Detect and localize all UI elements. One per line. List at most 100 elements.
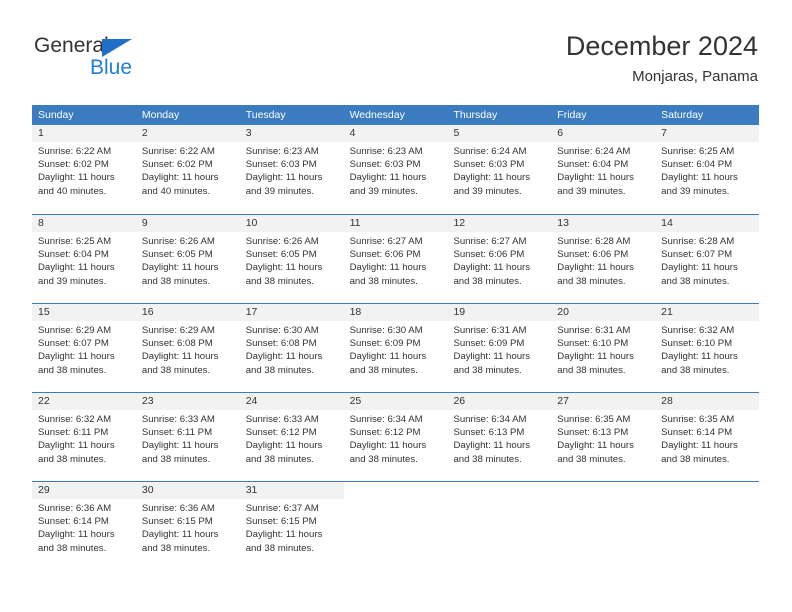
daylight-text-line1: Daylight: 11 hours — [141, 262, 219, 274]
daylight-text-line1: Daylight: 11 hours — [661, 440, 738, 452]
daylight-text-line2: and 38 minutes. — [141, 364, 211, 376]
sunset-text: Sunset: 6:04 PM — [661, 159, 733, 171]
daylight-text-line2: and 38 minutes. — [557, 364, 626, 376]
daylight-text-line1: Daylight: 11 hours — [557, 351, 634, 363]
day-details: Sunrise: 6:28 AM Sunset: 6:06 PM Dayligh… — [551, 232, 655, 288]
day-number — [343, 482, 448, 499]
sunrise-text: Sunrise: 6:28 AM — [557, 236, 631, 247]
day-number: 7 — [655, 125, 760, 142]
day-cell[interactable]: 14 Sunrise: 6:28 AM Sunset: 6:07 PM Dayl… — [655, 215, 760, 303]
day-cell[interactable]: 27 Sunrise: 6:35 AM Sunset: 6:13 PM Dayl… — [551, 393, 656, 481]
day-cell[interactable]: 11 Sunrise: 6:27 AM Sunset: 6:06 PM Dayl… — [343, 215, 448, 303]
day-cell[interactable]: 4 Sunrise: 6:23 AM Sunset: 6:03 PM Dayli… — [343, 125, 448, 214]
day-cell[interactable]: 1 Sunrise: 6:22 AM Sunset: 6:02 PM Dayli… — [32, 125, 136, 214]
day-cell[interactable]: 12 Sunrise: 6:27 AM Sunset: 6:06 PM Dayl… — [447, 215, 552, 303]
sunset-text: Sunset: 6:15 PM — [141, 516, 213, 528]
day-cell[interactable]: 22 Sunrise: 6:32 AM Sunset: 6:11 PM Dayl… — [32, 393, 136, 481]
sunrise-text: Sunrise: 6:30 AM — [349, 325, 423, 336]
day-details: Sunrise: 6:36 AM Sunset: 6:14 PM Dayligh… — [32, 499, 136, 555]
day-cell[interactable]: 28 Sunrise: 6:35 AM Sunset: 6:14 PM Dayl… — [655, 393, 760, 481]
daylight-text-line2: and 38 minutes. — [349, 364, 418, 376]
day-cell-empty — [343, 482, 448, 570]
sunrise-text: Sunrise: 6:25 AM — [661, 146, 735, 157]
day-number: 2 — [135, 125, 240, 142]
page-title: December 2024 — [565, 31, 758, 61]
day-cell[interactable]: 17 Sunrise: 6:30 AM Sunset: 6:08 PM Dayl… — [239, 304, 344, 392]
day-cell[interactable]: 6 Sunrise: 6:24 AM Sunset: 6:04 PM Dayli… — [551, 125, 656, 214]
sunset-text: Sunset: 6:06 PM — [557, 249, 629, 261]
day-details: Sunrise: 6:30 AM Sunset: 6:08 PM Dayligh… — [240, 321, 344, 377]
day-number: 26 — [447, 393, 552, 410]
sunset-text: Sunset: 6:07 PM — [38, 338, 109, 350]
sunset-text: Sunset: 6:05 PM — [141, 249, 213, 261]
sunrise-text: Sunrise: 6:23 AM — [349, 146, 423, 157]
day-details: Sunrise: 6:34 AM Sunset: 6:12 PM Dayligh… — [344, 410, 448, 466]
daylight-text-line1: Daylight: 11 hours — [557, 440, 634, 452]
day-details: Sunrise: 6:35 AM Sunset: 6:14 PM Dayligh… — [655, 410, 759, 466]
day-cell[interactable]: 18 Sunrise: 6:30 AM Sunset: 6:09 PM Dayl… — [343, 304, 448, 392]
daylight-text-line1: Daylight: 11 hours — [349, 351, 427, 363]
daylight-text-line2: and 39 minutes. — [349, 185, 418, 197]
daylight-text-line1: Daylight: 11 hours — [245, 351, 323, 363]
day-cell[interactable]: 26 Sunrise: 6:34 AM Sunset: 6:13 PM Dayl… — [447, 393, 552, 481]
sunrise-text: Sunrise: 6:26 AM — [245, 236, 319, 247]
sunset-text: Sunset: 6:09 PM — [349, 338, 421, 350]
daylight-text-line1: Daylight: 11 hours — [349, 440, 427, 452]
daylight-text-line2: and 38 minutes. — [661, 275, 730, 287]
daylight-text-line2: and 38 minutes. — [453, 275, 522, 287]
day-details: Sunrise: 6:33 AM Sunset: 6:11 PM Dayligh… — [136, 410, 240, 466]
day-cell[interactable]: 3 Sunrise: 6:23 AM Sunset: 6:03 PM Dayli… — [239, 125, 344, 214]
day-cell[interactable]: 21 Sunrise: 6:32 AM Sunset: 6:10 PM Dayl… — [655, 304, 760, 392]
daylight-text-line2: and 38 minutes. — [557, 275, 626, 287]
day-cell[interactable]: 10 Sunrise: 6:26 AM Sunset: 6:05 PM Dayl… — [239, 215, 344, 303]
day-number: 4 — [343, 125, 448, 142]
day-cell[interactable]: 23 Sunrise: 6:33 AM Sunset: 6:11 PM Dayl… — [135, 393, 240, 481]
daylight-text-line2: and 38 minutes. — [453, 364, 522, 376]
daylight-text-line1: Daylight: 11 hours — [453, 172, 531, 184]
day-number — [655, 482, 760, 499]
day-cell[interactable]: 25 Sunrise: 6:34 AM Sunset: 6:12 PM Dayl… — [343, 393, 448, 481]
daylight-text-line1: Daylight: 11 hours — [661, 351, 738, 363]
sunrise-text: Sunrise: 6:24 AM — [557, 146, 631, 157]
day-number: 19 — [447, 304, 552, 321]
day-cell[interactable]: 7 Sunrise: 6:25 AM Sunset: 6:04 PM Dayli… — [655, 125, 760, 214]
day-number: 12 — [447, 215, 552, 232]
day-number: 29 — [32, 482, 136, 499]
day-cell[interactable]: 31 Sunrise: 6:37 AM Sunset: 6:15 PM Dayl… — [239, 482, 344, 570]
day-cell[interactable]: 30 Sunrise: 6:36 AM Sunset: 6:15 PM Dayl… — [135, 482, 240, 570]
day-number — [551, 482, 656, 499]
day-cell[interactable]: 13 Sunrise: 6:28 AM Sunset: 6:06 PM Dayl… — [551, 215, 656, 303]
day-cell[interactable]: 5 Sunrise: 6:24 AM Sunset: 6:03 PM Dayli… — [447, 125, 552, 214]
daylight-text-line2: and 39 minutes. — [38, 275, 107, 287]
logo-word-blue: Blue — [90, 56, 133, 79]
sunrise-text: Sunrise: 6:31 AM — [557, 325, 631, 336]
day-cell[interactable]: 20 Sunrise: 6:31 AM Sunset: 6:10 PM Dayl… — [551, 304, 656, 392]
day-cell[interactable]: 19 Sunrise: 6:31 AM Sunset: 6:09 PM Dayl… — [447, 304, 552, 392]
daylight-text-line1: Daylight: 11 hours — [141, 440, 219, 452]
day-cell[interactable]: 2 Sunrise: 6:22 AM Sunset: 6:02 PM Dayli… — [135, 125, 240, 214]
day-number: 23 — [135, 393, 240, 410]
day-number: 15 — [32, 304, 136, 321]
day-cell[interactable]: 24 Sunrise: 6:33 AM Sunset: 6:12 PM Dayl… — [239, 393, 344, 481]
daylight-text-line1: Daylight: 11 hours — [453, 440, 531, 452]
daylight-text-line2: and 38 minutes. — [141, 275, 211, 287]
day-cell[interactable]: 9 Sunrise: 6:26 AM Sunset: 6:05 PM Dayli… — [135, 215, 240, 303]
sunrise-text: Sunrise: 6:23 AM — [245, 146, 319, 157]
day-cell[interactable]: 29 Sunrise: 6:36 AM Sunset: 6:14 PM Dayl… — [32, 482, 136, 570]
day-cell[interactable]: 15 Sunrise: 6:29 AM Sunset: 6:07 PM Dayl… — [32, 304, 136, 392]
sunset-text: Sunset: 6:14 PM — [661, 427, 733, 439]
sunrise-text: Sunrise: 6:28 AM — [661, 236, 735, 247]
sunrise-text: Sunrise: 6:37 AM — [245, 503, 319, 514]
general-blue-logo[interactable]: General Blue — [34, 34, 234, 90]
sunset-text: Sunset: 6:02 PM — [38, 159, 109, 171]
sunset-text: Sunset: 6:03 PM — [349, 159, 421, 171]
day-number: 24 — [239, 393, 344, 410]
day-number: 20 — [551, 304, 656, 321]
day-cell[interactable]: 16 Sunrise: 6:29 AM Sunset: 6:08 PM Dayl… — [135, 304, 240, 392]
day-number: 18 — [343, 304, 448, 321]
sunrise-text: Sunrise: 6:22 AM — [38, 146, 112, 157]
calendar-page: General Blue December 2024 Monjaras, Pan… — [0, 0, 792, 612]
day-number: 31 — [239, 482, 344, 499]
day-details: Sunrise: 6:27 AM Sunset: 6:06 PM Dayligh… — [447, 232, 551, 288]
day-cell[interactable]: 8 Sunrise: 6:25 AM Sunset: 6:04 PM Dayli… — [32, 215, 136, 303]
